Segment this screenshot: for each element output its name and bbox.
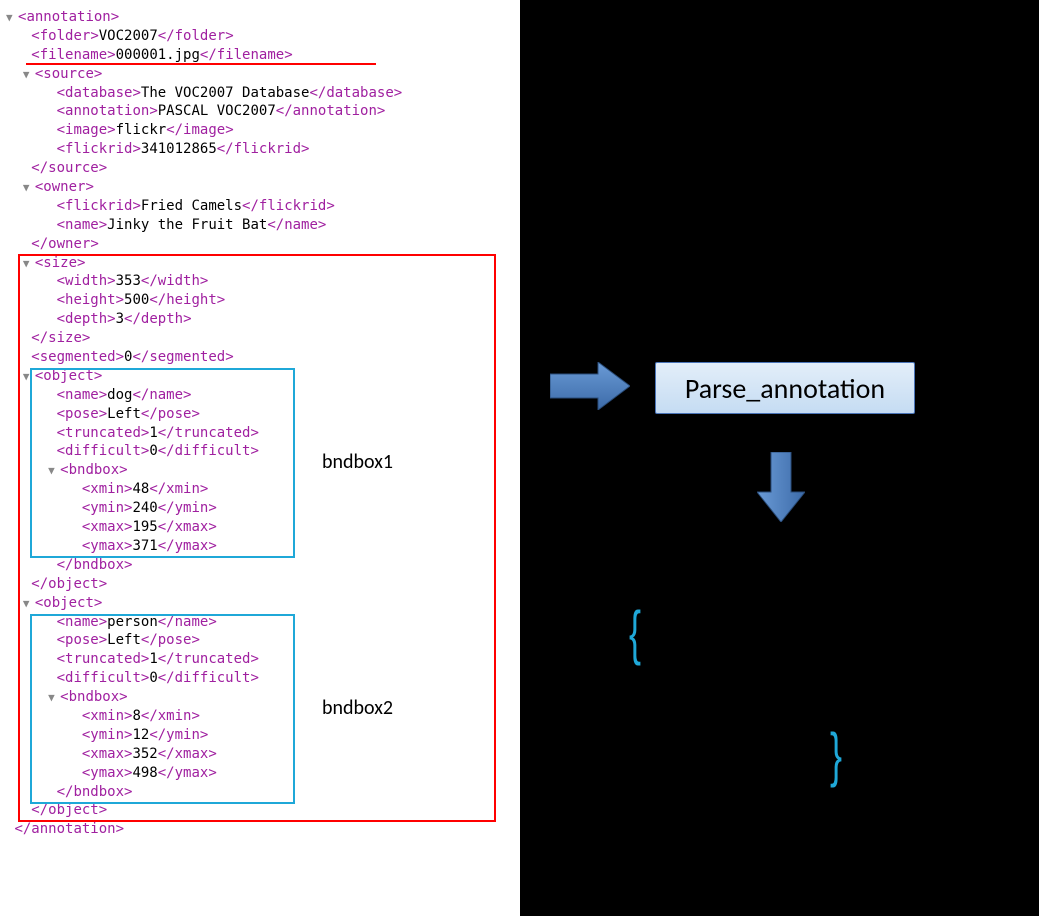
red-underline (26, 63, 376, 65)
arrow-down-icon (757, 452, 805, 522)
parse-label: Parse_annotation (685, 371, 885, 406)
bndbox2-label: bndbox2 (322, 696, 393, 720)
bracket-open-icon: { (629, 598, 641, 667)
arrow-right-icon (550, 362, 630, 410)
bracket-close-icon: } (830, 720, 842, 789)
bndbox1-label: bndbox1 (322, 450, 393, 474)
parse-annotation-box: Parse_annotation (655, 362, 915, 414)
cyan-box-bndbox2 (30, 614, 295, 804)
cyan-box-bndbox1 (30, 368, 295, 558)
xml-panel: ▼<annotation> <folder>VOC2007</folder> <… (0, 0, 520, 916)
